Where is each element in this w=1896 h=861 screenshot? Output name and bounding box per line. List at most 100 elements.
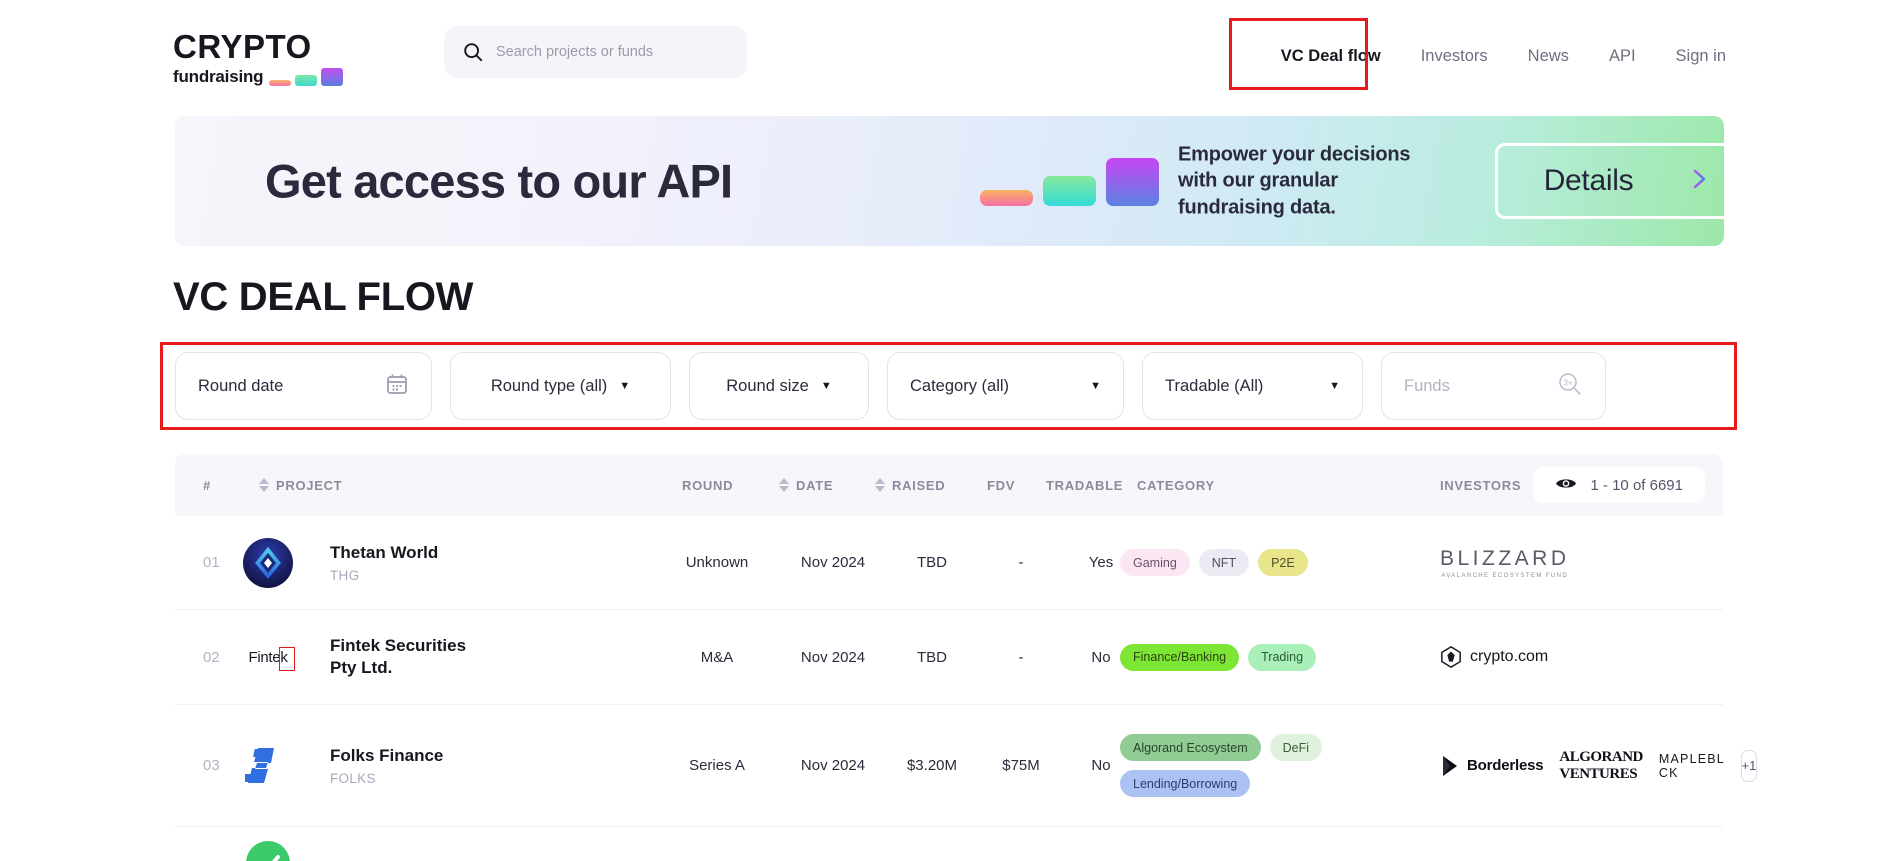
- filter-round-type-label: Round type (all): [490, 376, 608, 395]
- banner-details-button[interactable]: Details: [1495, 143, 1724, 219]
- category-tag[interactable]: NFT: [1198, 549, 1250, 576]
- sort-icon[interactable]: [779, 478, 789, 492]
- nav-item-vc-deal-flow[interactable]: VC Deal flow: [1261, 48, 1401, 65]
- search-placeholder: Search projects or funds: [496, 44, 654, 60]
- investor-logo-cryptocom[interactable]: crypto.com: [1440, 646, 1548, 668]
- banner-title: Get access to our API: [265, 154, 733, 208]
- nav-item-sign-in[interactable]: Sign in: [1656, 48, 1746, 65]
- filter-tradable-label: Tradable (All): [1165, 376, 1264, 395]
- category-tag[interactable]: P2E: [1258, 549, 1308, 576]
- filter-bar: Round date Round type (all) ▼ Round size: [175, 352, 1723, 420]
- filter-round-date-label: Round date: [198, 376, 284, 395]
- investor-name: BLIZZARD: [1440, 546, 1570, 570]
- col-header-raised[interactable]: RAISED: [875, 478, 945, 493]
- fdv-value: $75M: [1002, 757, 1040, 774]
- api-promo-banner: Get access to our API Empower your decis…: [175, 116, 1724, 246]
- fdv-value: -: [1018, 648, 1024, 666]
- date-value: Nov 2024: [800, 554, 866, 571]
- chevron-down-icon: ▼: [820, 380, 832, 392]
- category-tag[interactable]: Trading: [1248, 643, 1317, 671]
- round-value: Unknown: [685, 554, 749, 571]
- category-tag[interactable]: Finance/Banking: [1120, 643, 1240, 671]
- logo-bars-icon: [269, 68, 344, 87]
- investor-subtitle: AVALANCHE ECOSYSTEM FUND: [1441, 572, 1569, 579]
- folks-finance-logo: [241, 743, 295, 789]
- investors-more-button[interactable]: +1: [1740, 749, 1758, 782]
- category-tag[interactable]: Lending/Borrowing: [1120, 770, 1251, 797]
- date-value: Nov 2024: [800, 648, 866, 666]
- col-header-round: ROUND: [682, 477, 734, 493]
- filter-category-label: Category (all): [910, 376, 1010, 395]
- row-index: 03: [203, 757, 220, 774]
- col-header-tradable: TRADABLE: [1046, 477, 1124, 493]
- pagination-counter[interactable]: 1 - 10 of 6691: [1533, 467, 1705, 503]
- svg-text:3+: 3+: [1563, 378, 1572, 387]
- investor-logo-mapleblock[interactable]: MAPLEBL CK: [1659, 752, 1725, 780]
- col-header-raised-label: RAISED: [892, 477, 946, 493]
- table-row[interactable]: 01 Thetan World THG Unknown Nov 2024 TBD…: [175, 516, 1723, 610]
- logo-wordmark-bottom: fundraising: [173, 67, 264, 86]
- project-cell[interactable]: Fintek Securities Pty Ltd.: [330, 635, 485, 679]
- round-value: Series A: [689, 757, 745, 774]
- search-input[interactable]: Search projects or funds: [444, 26, 747, 78]
- cryptocom-icon: [1441, 646, 1461, 668]
- thetan-world-logo: [241, 537, 295, 588]
- category-tags: Algorand Ecosystem DeFi Lending/Borrowin…: [1120, 734, 1420, 797]
- project-name: Folks Finance: [330, 746, 444, 766]
- project-cell[interactable]: Folks Finance FOLKS: [330, 745, 485, 786]
- chevron-down-icon: ▼: [1090, 380, 1101, 392]
- category-tag[interactable]: Algorand Ecosystem: [1120, 734, 1261, 761]
- filter-funds-placeholder: Funds: [1404, 376, 1450, 395]
- filter-category[interactable]: Category (all) ▼: [887, 352, 1124, 420]
- pagination-counter-text: 1 - 10 of 6691: [1590, 476, 1683, 494]
- row-index: 02: [203, 648, 220, 666]
- calendar-icon: [385, 372, 409, 401]
- filter-round-type[interactable]: Round type (all) ▼: [450, 352, 671, 420]
- investor-name: Borderless: [1467, 757, 1544, 774]
- category-tag[interactable]: DeFi: [1269, 734, 1323, 761]
- col-header-date[interactable]: DATE: [779, 478, 833, 493]
- filter-funds-input[interactable]: Funds 3+: [1381, 352, 1606, 420]
- raised-value: $3.20M: [906, 757, 958, 774]
- banner-details-label: Details: [1543, 164, 1634, 197]
- raised-value: TBD: [917, 648, 947, 666]
- sort-icon[interactable]: [259, 478, 269, 492]
- row-index: 01: [203, 554, 220, 571]
- project-cell[interactable]: Thetan World THG: [330, 542, 485, 583]
- investor-logo-algorand-ventures[interactable]: ALGORAND VENTURES: [1559, 749, 1643, 783]
- col-header-project[interactable]: PROJECT: [259, 478, 342, 493]
- project-name: Thetan World: [330, 543, 439, 563]
- main-nav: VC Deal flow Investors News API Sign in: [1261, 0, 1746, 112]
- table-row[interactable]: 02 Fintek Fintek Securities Pty Ltd. M&A…: [175, 610, 1723, 705]
- nav-item-api[interactable]: API: [1589, 48, 1656, 65]
- table-row-partial[interactable]: [175, 827, 1723, 861]
- fintek-logo: Fintek: [241, 646, 295, 671]
- category-tag[interactable]: Gaming: [1120, 549, 1190, 576]
- chevron-down-icon: ▼: [1329, 380, 1340, 392]
- nav-item-news[interactable]: News: [1508, 48, 1589, 65]
- filter-tradable[interactable]: Tradable (All) ▼: [1142, 352, 1363, 420]
- arrow-right-icon: [1663, 169, 1707, 194]
- investor-logo-blizzard[interactable]: BLIZZARD AVALANCHE ECOSYSTEM FUND: [1440, 547, 1570, 579]
- col-header-index: #: [203, 477, 211, 493]
- site-header: CRYPTO fundraising Search projects or fu…: [0, 0, 1896, 112]
- site-logo[interactable]: CRYPTO fundraising: [173, 30, 358, 87]
- fdv-value: -: [1018, 554, 1024, 571]
- sort-icon[interactable]: [875, 478, 885, 492]
- category-tags: Finance/Banking Trading: [1120, 643, 1420, 671]
- col-header-category: CATEGORY: [1137, 477, 1215, 493]
- banner-subtitle-line-2: with our granular: [1178, 169, 1338, 192]
- investors-cell: Borderless ALGORAND VENTURES MAPLEBL CK …: [1440, 749, 1758, 783]
- borderless-icon: [1443, 755, 1457, 776]
- investors-cell: BLIZZARD AVALANCHE ECOSYSTEM FUND: [1440, 547, 1710, 579]
- project-ticker: FOLKS: [330, 770, 376, 786]
- investor-logo-borderless[interactable]: Borderless: [1440, 754, 1544, 778]
- investors-cell: crypto.com: [1440, 646, 1710, 668]
- nav-item-investors[interactable]: Investors: [1401, 48, 1508, 65]
- table-row[interactable]: 03 Folks Finance FOLKS Series A Nov 2024…: [175, 705, 1758, 827]
- project-ticker: THG: [330, 567, 360, 583]
- page-title: VC DEAL FLOW: [173, 275, 474, 319]
- filter-round-date[interactable]: Round date: [175, 352, 432, 420]
- filter-round-size[interactable]: Round size ▼: [689, 352, 869, 420]
- col-header-investors: INVESTORS: [1440, 477, 1522, 493]
